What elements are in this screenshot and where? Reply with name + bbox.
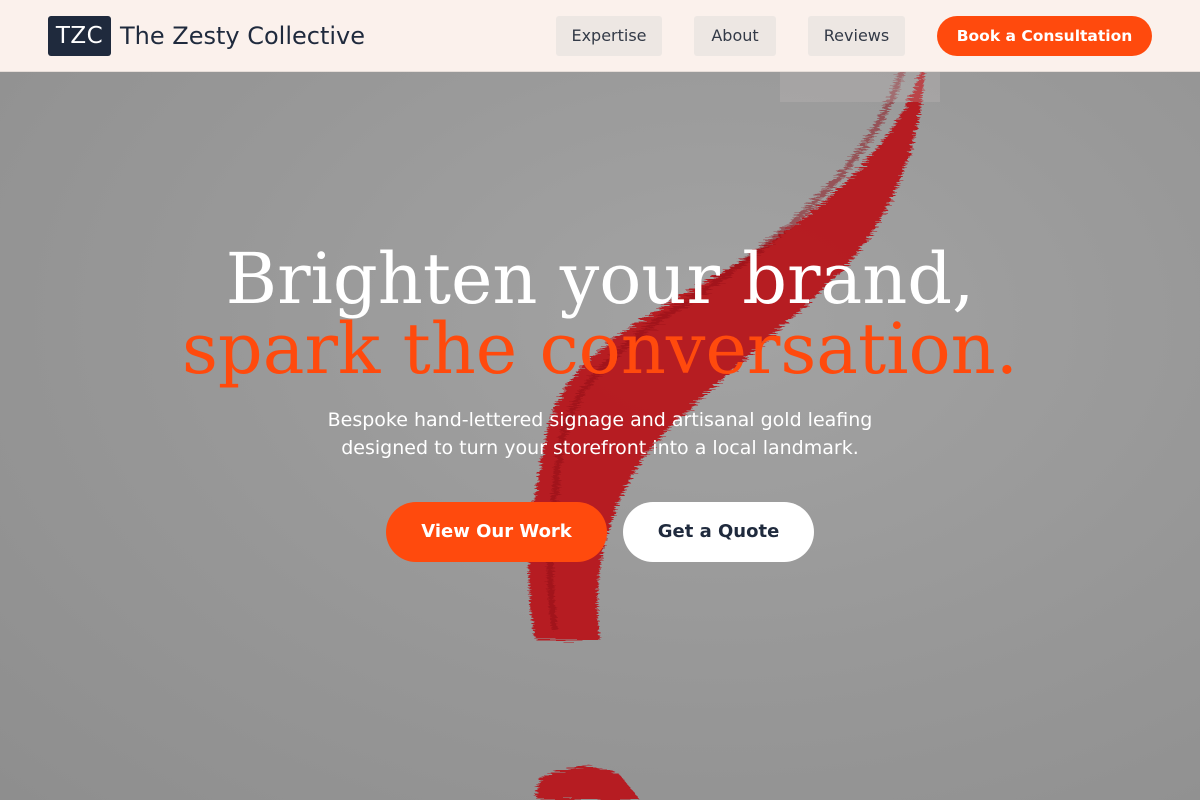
page: TZC The Zesty Collective Expertise About… bbox=[0, 0, 1200, 800]
site-header: TZC The Zesty Collective Expertise About… bbox=[0, 0, 1200, 72]
hero-subtext-line1: Bespoke hand-lettered signage and artisa… bbox=[327, 409, 873, 431]
hero-subtext-line2: designed to turn your storefront into a … bbox=[341, 437, 859, 459]
get-a-quote-button[interactable]: Get a Quote bbox=[623, 502, 814, 562]
hero-subtext: Bespoke hand-lettered signage and artisa… bbox=[250, 406, 950, 462]
view-our-work-button[interactable]: View Our Work bbox=[386, 502, 607, 562]
book-consultation-button[interactable]: Book a Consultation bbox=[937, 16, 1152, 56]
brand-name[interactable]: The Zesty Collective bbox=[120, 18, 365, 54]
nav-link-reviews[interactable]: Reviews bbox=[808, 16, 905, 56]
hero-background-image bbox=[0, 0, 1200, 800]
nav-link-about[interactable]: About bbox=[694, 16, 776, 56]
red-brush-stroke-image bbox=[528, 55, 940, 800]
logo-badge[interactable]: TZC bbox=[48, 16, 111, 56]
nav-link-expertise[interactable]: Expertise bbox=[556, 16, 662, 56]
hero-headline-line2: spark the conversation. bbox=[181, 308, 1018, 390]
